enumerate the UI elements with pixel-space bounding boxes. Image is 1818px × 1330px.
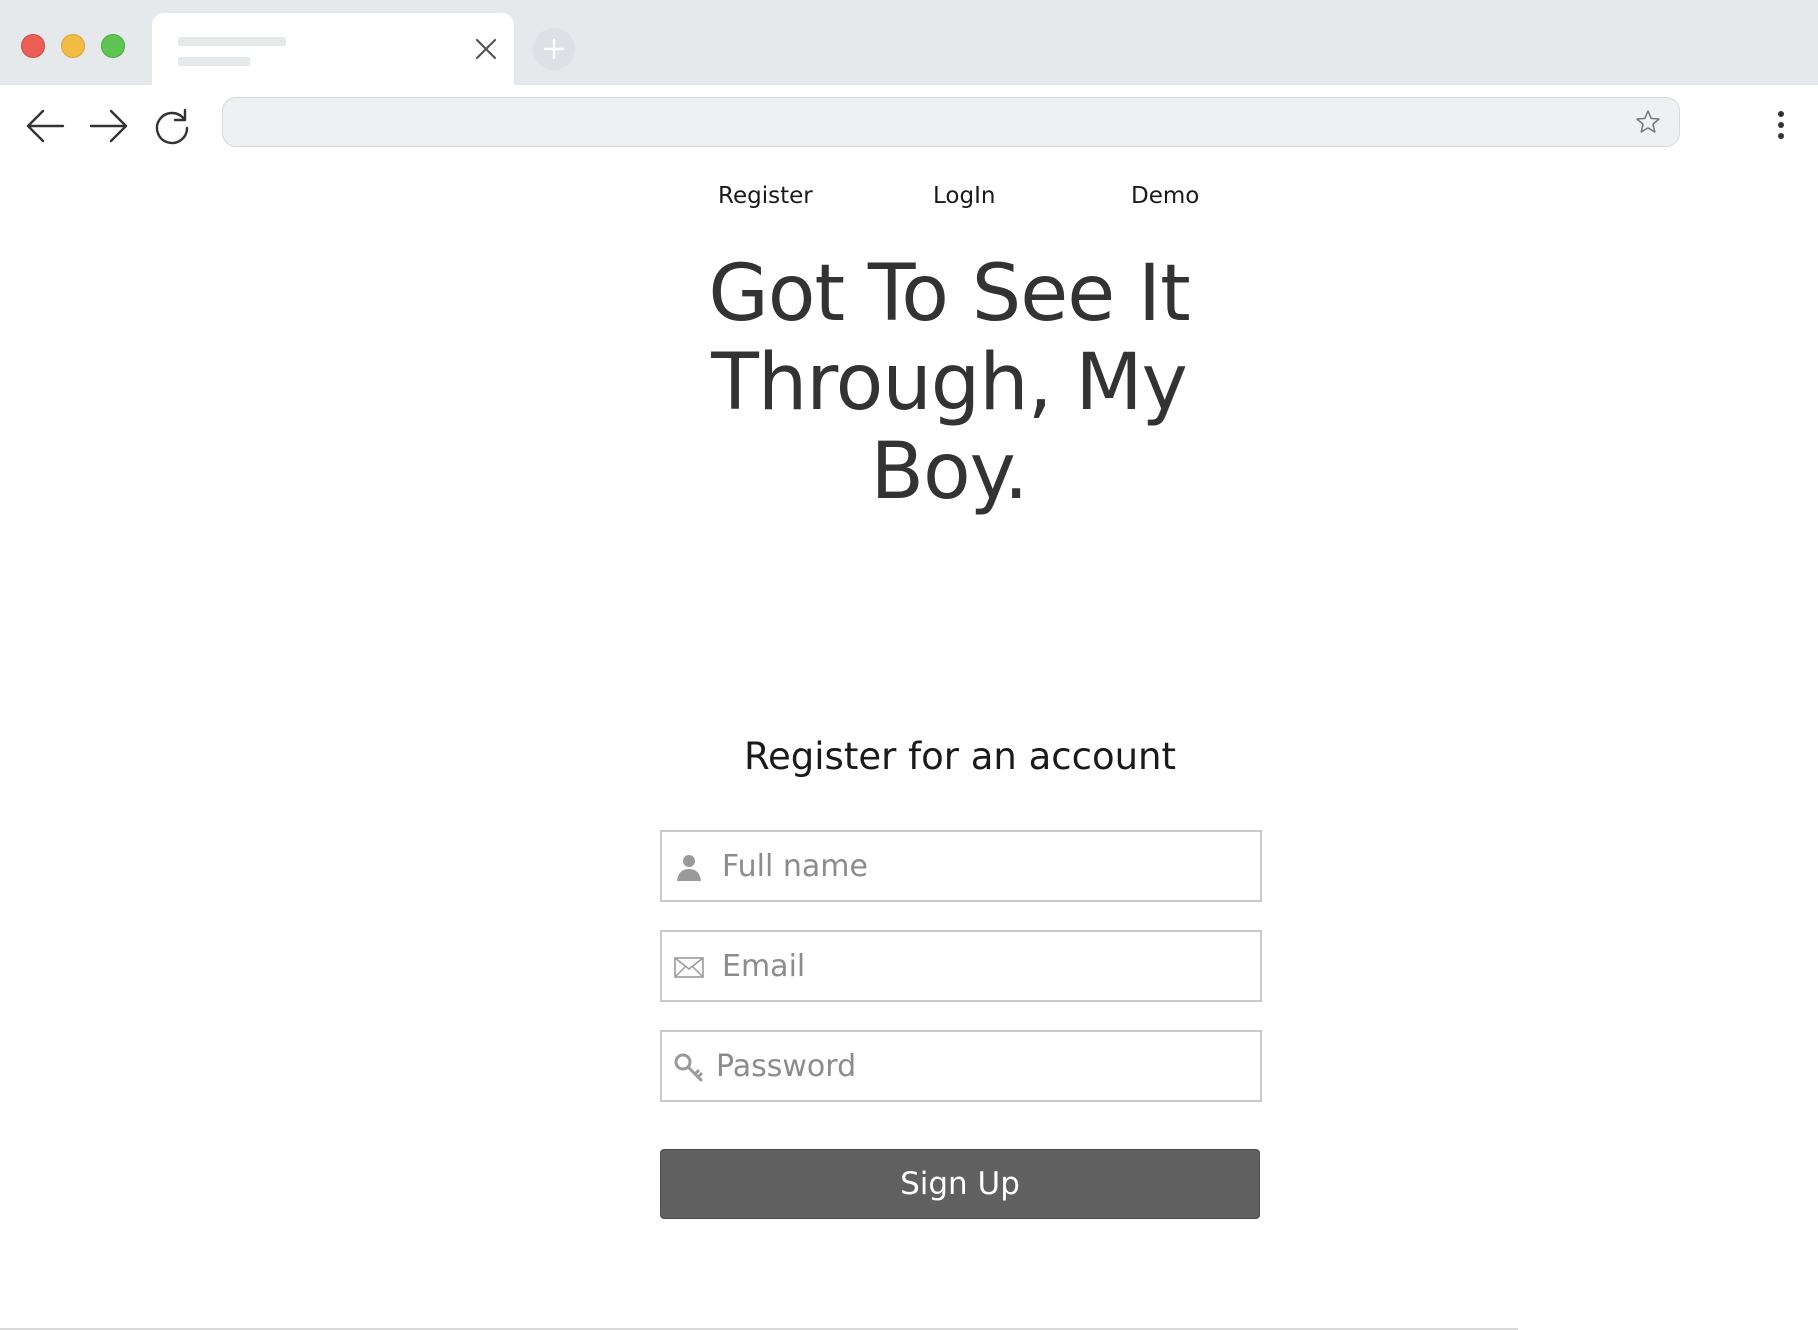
hero-line-2: Through, My	[711, 338, 1188, 428]
user-icon	[677, 855, 701, 881]
tab-title-placeholder	[178, 37, 286, 46]
hero-heading: Got To See It Through, My Boy.	[659, 250, 1239, 517]
nav-link-register[interactable]: Register	[718, 183, 813, 209]
close-icon[interactable]	[472, 35, 500, 63]
hero-line-3: Boy.	[870, 427, 1028, 517]
plus-icon[interactable]	[533, 28, 575, 70]
nav-link-demo[interactable]: Demo	[1131, 183, 1199, 209]
email-field[interactable]	[660, 930, 1262, 1002]
window-minimize-button[interactable]	[61, 34, 85, 58]
email-input[interactable]	[722, 932, 1252, 1000]
hero-line-1: Got To See It	[708, 249, 1190, 339]
more-vertical-icon[interactable]	[1768, 107, 1794, 143]
key-icon	[674, 1053, 703, 1082]
arrow-right-icon[interactable]	[88, 105, 130, 147]
page-content: Register LogIn Demo Got To See It Throug…	[0, 165, 1818, 1330]
envelope-icon	[674, 957, 704, 978]
full-name-input[interactable]	[722, 832, 1252, 900]
password-field[interactable]	[660, 1030, 1262, 1102]
password-input[interactable]	[716, 1032, 1246, 1100]
browser-toolbar	[0, 85, 1818, 165]
full-name-field[interactable]	[660, 830, 1262, 902]
arrow-left-icon[interactable]	[24, 105, 66, 147]
reload-icon[interactable]	[151, 105, 193, 147]
tab-subtitle-placeholder	[178, 57, 250, 66]
sign-up-button[interactable]: Sign Up	[660, 1149, 1260, 1219]
browser-tab[interactable]	[152, 13, 514, 85]
address-bar[interactable]	[222, 97, 1680, 147]
title-bar	[0, 0, 1818, 85]
form-title: Register for an account	[743, 735, 1177, 778]
window-maximize-button[interactable]	[101, 34, 125, 58]
nav-link-login[interactable]: LogIn	[933, 183, 995, 209]
star-icon[interactable]	[1635, 109, 1661, 135]
window-close-button[interactable]	[21, 34, 45, 58]
browser-window: Register LogIn Demo Got To See It Throug…	[0, 0, 1818, 1330]
